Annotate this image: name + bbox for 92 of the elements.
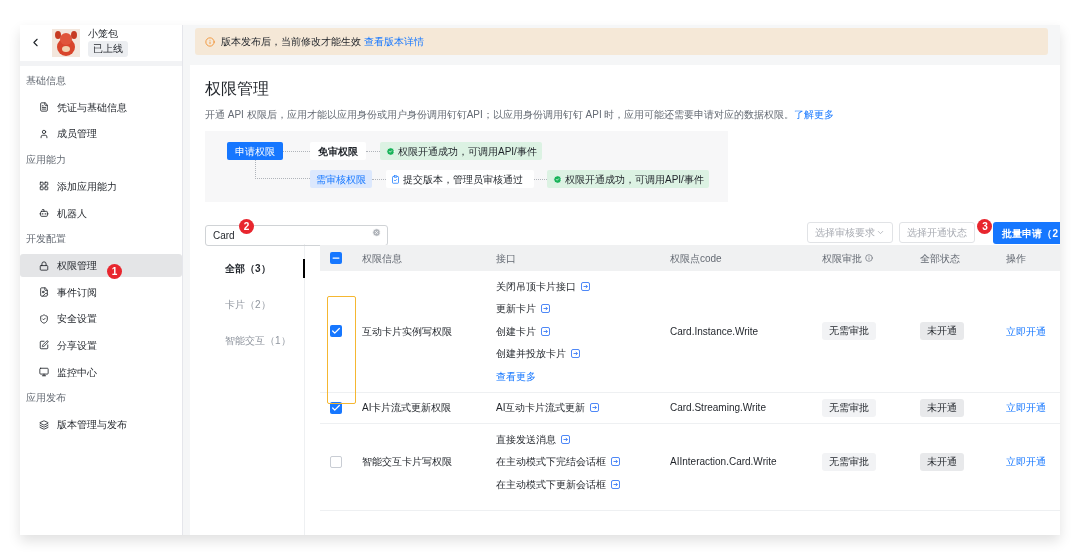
page-title: 权限管理 (205, 79, 270, 99)
group-label: 应用发布 (25, 391, 67, 406)
flow-step: 需审核权限 (310, 170, 372, 188)
permission-name: AI卡片流式更新权限 (362, 401, 453, 416)
sidebar-item[interactable]: 添加应用能力 (20, 175, 182, 198)
permission-code: Card.Streaming.Write (670, 401, 767, 416)
api-name: AI互动卡片流式更新 (496, 401, 586, 416)
sidebar-item[interactable]: 成员管理 (20, 122, 182, 146)
success-icon (553, 174, 562, 184)
page-description: 开通 API 权限后，应用才能以应用身份或用户身份调用钉钉API；以应用身份调用钉钉 API 时，应用可能还需要申请对应的数据权限。了解更多 (205, 108, 836, 122)
view-more-link[interactable]: 查看更多 (496, 368, 536, 384)
clear-icon[interactable] (372, 227, 381, 237)
sidebar-item[interactable]: 安全设置 (20, 307, 182, 331)
flow-step: 提交版本，管理员审核通过 (386, 170, 534, 188)
connector-line (255, 160, 310, 179)
approval-tag: 无需审批 (822, 398, 876, 417)
status-tag: 未开通 (920, 452, 964, 471)
api-name: 在主动模式下更新会话框 (496, 477, 606, 492)
info-icon (205, 36, 215, 47)
lock-icon (39, 260, 49, 271)
api-name: 在主动模式下完结会话框 (496, 455, 606, 470)
sidebar-item[interactable]: 权限管理 1 (20, 254, 182, 278)
enable-link[interactable]: 立即开通 (1006, 323, 1060, 339)
column-header: 权限信息 (362, 251, 403, 266)
learn-more-link[interactable]: 了解更多 (794, 109, 835, 120)
doc-link-icon[interactable] (611, 479, 620, 489)
api-name: 关闭吊顶卡片接口 (496, 279, 576, 294)
sidebar-item[interactable]: 监控中心 (20, 360, 182, 384)
doc-link-icon[interactable] (581, 281, 590, 291)
shield-icon (39, 313, 49, 324)
doc-link-icon[interactable] (541, 326, 550, 336)
doc-link-icon[interactable] (571, 349, 580, 359)
column-header: 全部状态 (920, 251, 961, 266)
permission-name: 互动卡片实例写权限 (362, 324, 453, 339)
doc-link-icon[interactable] (561, 434, 570, 444)
checkmark-icon (331, 402, 341, 413)
permission-code: Card.Instance.Write (670, 324, 760, 339)
doc-link-icon[interactable] (541, 304, 550, 314)
sidebar-item[interactable]: 事件订阅 (20, 280, 182, 304)
success-icon (386, 146, 395, 156)
app-name: 小笼包 (88, 28, 118, 40)
doc-link-icon[interactable] (611, 457, 620, 467)
approval-tag: 无需审批 (822, 322, 876, 341)
checkbox[interactable] (330, 455, 342, 468)
group-label: 应用能力 (25, 153, 67, 168)
robot-icon (39, 208, 49, 219)
user-icon (39, 128, 49, 139)
edit-icon (39, 340, 49, 351)
checkbox[interactable] (330, 252, 342, 264)
clipboard-icon (391, 174, 400, 184)
api-name: 更新卡片 (496, 302, 536, 317)
layers-icon (39, 419, 49, 430)
image-file-icon (39, 287, 49, 298)
column-header: 权限点code (670, 251, 723, 266)
annotation-badge: 2 (239, 218, 254, 234)
flow-step: 权限开通成功，可调用API/事件 (547, 170, 709, 188)
permission-name: 智能交互卡片写权限 (362, 455, 453, 470)
sidebar-item[interactable]: 分享设置 (20, 333, 182, 357)
group-label: 开发配置 (25, 232, 67, 247)
permission-code: AIInteraction.Card.Write (670, 455, 778, 470)
annotation-badge: 3 (977, 218, 993, 234)
column-header: 权限审批 (822, 250, 920, 266)
annotation-badge: 1 (107, 264, 122, 280)
enable-link[interactable]: 立即开通 (1006, 454, 1060, 470)
flow-step: 免审权限 (310, 142, 366, 160)
info-icon (865, 254, 873, 262)
doc-link-icon[interactable] (590, 403, 600, 413)
flow-step: 权限开通成功，可调用API/事件 (380, 142, 542, 160)
batch-apply-button[interactable]: 批量申请（2 (993, 222, 1060, 245)
flow-step: 申请权限 (227, 142, 283, 160)
checkbox[interactable] (330, 325, 342, 338)
sidebar-item[interactable]: 凭证与基础信息 (20, 95, 182, 119)
api-name: 创建卡片 (496, 324, 536, 339)
column-header: 接口 (496, 251, 517, 266)
document-icon (39, 102, 49, 113)
version-details-link[interactable]: 查看版本详情 (363, 36, 424, 47)
sidebar-item[interactable]: 版本管理与发布 (20, 413, 182, 437)
status-tag: 已上线 (88, 41, 128, 57)
status-tag: 未开通 (920, 322, 964, 341)
sidebar-item[interactable]: 机器人 (20, 201, 182, 225)
column-header: 操作 (1006, 251, 1027, 266)
approval-tag: 无需审批 (822, 452, 876, 471)
monitor-icon (39, 367, 49, 378)
api-name: 直接发送消息 (496, 432, 556, 447)
api-name: 创建并投放卡片 (496, 347, 566, 362)
enable-link[interactable]: 立即开通 (1006, 400, 1060, 416)
grid-icon (39, 181, 49, 192)
checkmark-icon (331, 326, 341, 337)
status-tag: 未开通 (920, 398, 964, 417)
notice-text: 版本发布后，当前修改才能生效 查看版本详情 (221, 35, 424, 49)
group-label: 基础信息 (25, 74, 67, 88)
category-tab[interactable]: 全部（3） (225, 259, 305, 278)
